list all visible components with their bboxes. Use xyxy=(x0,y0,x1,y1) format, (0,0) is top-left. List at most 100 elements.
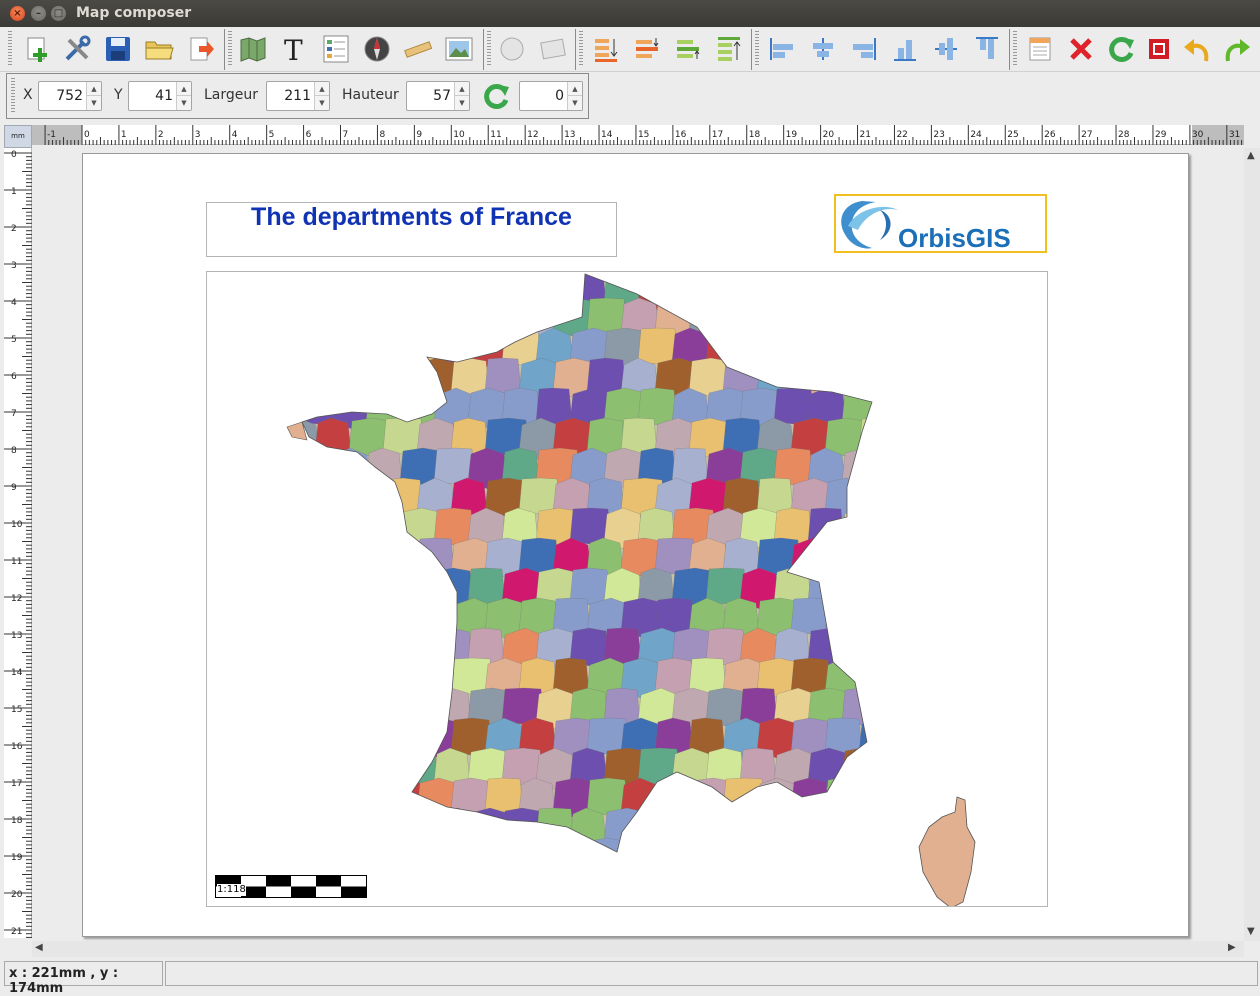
department-region xyxy=(1046,328,1048,368)
department-region xyxy=(331,687,376,728)
align-bottom-icon[interactable] xyxy=(889,33,921,65)
width-value[interactable]: 211 xyxy=(284,88,311,104)
height-value[interactable]: 57 xyxy=(433,88,451,104)
toolbar-grip[interactable] xyxy=(487,31,491,67)
department-region xyxy=(927,658,968,694)
ruler-tick-label: 31 xyxy=(1229,130,1240,140)
department-region xyxy=(961,478,1003,516)
export-icon[interactable] xyxy=(185,33,217,65)
redo-icon[interactable] xyxy=(1221,33,1253,65)
open-folder-icon[interactable] xyxy=(143,33,175,65)
map-item[interactable] xyxy=(206,271,1048,907)
maximize-window-button[interactable]: □ xyxy=(51,6,66,21)
align-middle-icon[interactable] xyxy=(930,33,962,65)
circle-icon[interactable] xyxy=(496,33,528,65)
scroll-left-arrow[interactable]: ◀ xyxy=(35,942,43,953)
scroll-up-arrow[interactable]: ▲ xyxy=(1247,150,1255,161)
align-top-icon[interactable] xyxy=(971,33,1003,65)
status-bar: x : 221mm , y : 174mm xyxy=(0,958,1260,996)
scroll-right-arrow[interactable]: ▶ xyxy=(1228,942,1236,953)
x-value[interactable]: 752 xyxy=(56,88,83,104)
move-backward-icon[interactable] xyxy=(631,33,663,65)
department-region xyxy=(893,598,937,635)
height-spinner[interactable]: 57 ▲ ▼ xyxy=(406,81,470,111)
x-decrement[interactable]: ▼ xyxy=(87,96,101,110)
move-to-front-icon[interactable] xyxy=(713,33,745,65)
main-toolbar: T xyxy=(0,27,1260,72)
horizontal-scrollbar[interactable]: ◀ ▶ xyxy=(32,941,1244,957)
width-decrement[interactable]: ▼ xyxy=(315,96,329,110)
scale-icon[interactable] xyxy=(402,33,434,65)
settings-icon[interactable] xyxy=(61,33,93,65)
toolbar-grip[interactable] xyxy=(1013,31,1017,67)
align-center-icon[interactable] xyxy=(807,33,839,65)
x-spinner[interactable]: 752 ▲ ▼ xyxy=(38,81,102,111)
toolbar-grip[interactable] xyxy=(579,31,583,67)
minimize-window-button[interactable]: – xyxy=(31,6,46,21)
logo-image-item[interactable]: OrbisGIS xyxy=(834,194,1047,253)
title-label-item[interactable]: The departments of France xyxy=(206,202,617,257)
department-region xyxy=(302,627,336,669)
department-region xyxy=(348,657,389,701)
department-region xyxy=(927,598,969,640)
rotation-decrement[interactable]: ▼ xyxy=(568,96,582,110)
department-region xyxy=(552,837,596,852)
map-icon[interactable] xyxy=(237,33,269,65)
y-spinner[interactable]: 41 ▲ ▼ xyxy=(128,81,192,111)
height-decrement[interactable]: ▼ xyxy=(455,96,469,110)
align-right-icon[interactable] xyxy=(848,33,880,65)
scroll-down-arrow[interactable]: ▼ xyxy=(1247,926,1255,937)
ruler-tick-label: 5 xyxy=(11,335,17,345)
x-increment[interactable]: ▲ xyxy=(87,82,101,96)
close-window-button[interactable]: × xyxy=(10,6,25,21)
align-left-icon[interactable] xyxy=(766,33,798,65)
move-to-back-icon[interactable] xyxy=(590,33,622,65)
height-increment[interactable]: ▲ xyxy=(455,82,469,96)
vertical-scrollbar[interactable]: ▲ ▼ xyxy=(1244,148,1260,941)
department-region xyxy=(807,274,849,308)
ruler-tick-label: 18 xyxy=(749,130,761,140)
legend-icon[interactable] xyxy=(320,33,352,65)
undo-icon[interactable] xyxy=(1181,33,1213,65)
move-forward-icon[interactable] xyxy=(672,33,704,65)
france-departments-map xyxy=(230,273,1048,907)
department-region xyxy=(876,388,919,425)
rotation-value[interactable]: 0 xyxy=(555,88,564,104)
department-region xyxy=(247,778,290,814)
ruler-unit-corner[interactable]: mm xyxy=(4,125,32,148)
department-region xyxy=(722,837,765,852)
stop-icon[interactable] xyxy=(1143,33,1175,65)
department-region xyxy=(825,898,868,907)
refresh-icon[interactable] xyxy=(1106,33,1138,65)
department-region xyxy=(230,688,270,726)
ruler-tick-label: 20 xyxy=(11,890,23,900)
department-region xyxy=(382,717,420,760)
department-region xyxy=(910,748,954,789)
delete-icon[interactable] xyxy=(1065,33,1097,65)
department-region xyxy=(302,627,304,671)
add-icon[interactable] xyxy=(21,33,53,65)
save-icon[interactable] xyxy=(102,33,134,65)
toolbar-grip[interactable] xyxy=(228,31,232,67)
rectangle-icon[interactable] xyxy=(537,33,569,65)
width-increment[interactable]: ▲ xyxy=(315,82,329,96)
toolbar-grip[interactable] xyxy=(8,31,12,67)
image-icon[interactable] xyxy=(443,33,475,65)
y-decrement[interactable]: ▼ xyxy=(177,96,191,110)
toolbar-grip[interactable] xyxy=(11,78,15,114)
rotation-increment[interactable]: ▲ xyxy=(568,82,582,96)
properties-icon[interactable] xyxy=(1024,33,1056,65)
ruler-tick-label: 6 xyxy=(11,372,17,382)
toolbar-grip[interactable] xyxy=(755,31,759,67)
department-region xyxy=(365,627,409,665)
ruler-tick-label: 14 xyxy=(11,668,23,678)
y-increment[interactable]: ▲ xyxy=(177,82,191,96)
north-arrow-icon[interactable] xyxy=(361,33,393,65)
department-region xyxy=(859,898,900,907)
rotation-spinner[interactable]: 0 ▲ ▼ xyxy=(519,81,583,111)
text-icon[interactable]: T xyxy=(278,33,310,65)
width-spinner[interactable]: 211 ▲ ▼ xyxy=(266,81,330,111)
department-region xyxy=(689,898,731,907)
department-region xyxy=(302,327,341,371)
y-value[interactable]: 41 xyxy=(155,88,173,104)
